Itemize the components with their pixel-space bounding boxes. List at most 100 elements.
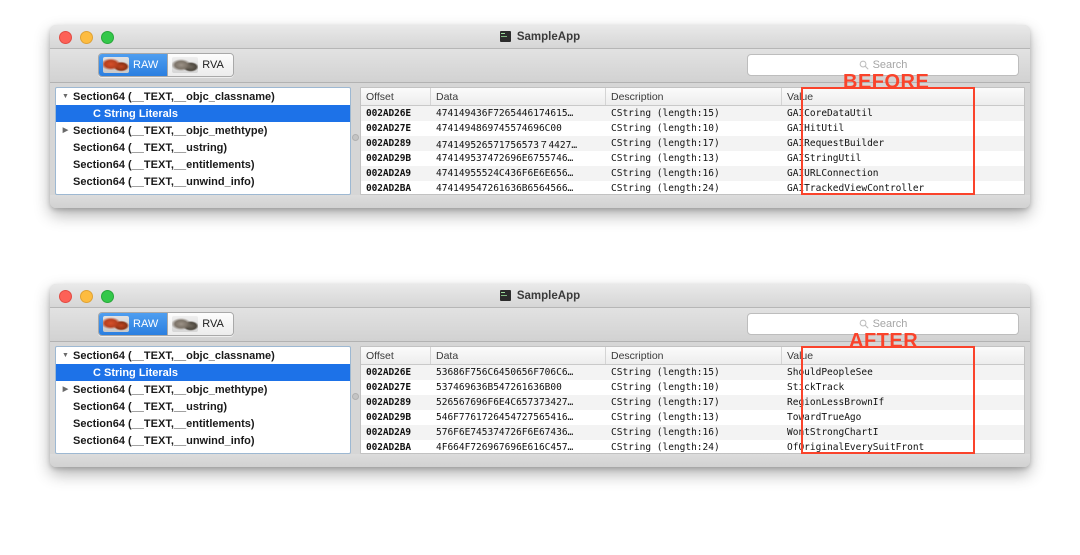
sidebar-item-6[interactable]: ▶Section64 (__TEXT,__eh_frame) (56, 449, 350, 454)
cell-offset: 002AD2A9 (366, 168, 411, 179)
cell-offset: 002AD289 (366, 397, 411, 408)
chevron-right-icon[interactable]: ▶ (60, 386, 71, 393)
cell-data: 4741494869745574696C00 (436, 123, 562, 134)
cell-data: 474149547261636B6564566… (436, 183, 574, 194)
segment-rva-label: RVA (202, 59, 224, 71)
segment-rva-label: RVA (202, 318, 224, 330)
cell-data: 4F664F726967696E616C457… (436, 442, 574, 453)
terminal-app-icon (499, 290, 511, 301)
cell-offset: 002AD29B (366, 412, 411, 423)
table-row[interactable]: 002AD289 526567696F6E4C657373427… CString … (361, 395, 1024, 410)
table-row[interactable]: 002AD29B 546F7761726454727565416… CString … (361, 410, 1024, 425)
sidebar-item-1[interactable]: ▶C String Literals (56, 364, 350, 381)
table-row[interactable]: 002AD27E 537469636B547261636B00 CString (l… (361, 380, 1024, 395)
sidebar-item-3[interactable]: ▶Section64 (__TEXT,__ustring) (56, 139, 350, 156)
segment-raw[interactable]: RAW (99, 313, 168, 335)
sidebar-item-label: Section64 (__TEXT,__unwind_info) (73, 175, 255, 188)
cell-data: 537469636B547261636B00 (436, 382, 562, 393)
sidebar-item-4[interactable]: ▶Section64 (__TEXT,__entitlements) (56, 415, 350, 432)
segment-rva[interactable]: RVA (167, 54, 233, 76)
cell-description: CString (length:17) (611, 397, 720, 408)
cell-description: CString (length:15) (611, 367, 720, 378)
table-header-after: Offset Data Description Value (361, 347, 1024, 365)
cell-data: 53686F756C6450656F706C6… (436, 367, 574, 378)
raw-thumbnail-icon (103, 57, 129, 73)
title-center-after: SampleApp (50, 284, 1030, 307)
sidebar-item-1[interactable]: ▶C String Literals (56, 105, 350, 122)
sidebar-item-label: Section64 (__TEXT,__ustring) (73, 141, 228, 154)
strings-table-after: Offset Data Description Value 002AD26E 53… (360, 346, 1025, 454)
cell-description: CString (length:13) (611, 412, 720, 423)
cell-description: CString (length:16) (611, 168, 720, 179)
sidebar-item-6[interactable]: ▶Section64 (__TEXT,__eh_frame) (56, 190, 350, 195)
column-header-description[interactable]: Description (606, 347, 782, 364)
sidebar-item-0[interactable]: ▼ Section64 (__TEXT,__objc_classname) (56, 88, 350, 105)
window-title: SampleApp (516, 289, 581, 302)
table-row[interactable]: 002AD2A9 47414955524C436F6E6E656… CString … (361, 166, 1024, 181)
table-row[interactable]: 002AD26E 474149436F7265446174615… CString … (361, 106, 1024, 121)
titlebar-after: SampleApp (50, 284, 1030, 308)
sidebar-item-5[interactable]: ▶Section64 (__TEXT,__unwind_info) (56, 432, 350, 449)
sidebar-item-label: Section64 (__TEXT,__objc_classname) (73, 349, 275, 362)
sidebar-item-label: Section64 (__TEXT,__entitlements) (73, 158, 255, 171)
sidebar-item-3[interactable]: ▶Section64 (__TEXT,__ustring) (56, 398, 350, 415)
cell-value: GAICoreDataUtil (787, 108, 873, 119)
cell-description: CString (length:24) (611, 442, 720, 453)
cell-description: CString (length:24) (611, 183, 720, 194)
search-placeholder: Search (872, 59, 908, 71)
table-row[interactable]: 002AD2BA 474149547261636B6564566… CString … (361, 181, 1024, 194)
table-row[interactable]: 002AD2BA 4F664F726967696E616C457… CString … (361, 440, 1024, 453)
table-row[interactable]: 002AD29B 474149537472696E6755746… CString … (361, 151, 1024, 166)
table-body-before: 002AD26E 474149436F7265446174615… CString … (361, 106, 1024, 194)
column-header-data[interactable]: Data (431, 88, 606, 105)
table-row[interactable]: 002AD27E 4741494869745574696C00 CString (l… (361, 121, 1024, 136)
sidebar-item-label: Section64 (__TEXT,__ustring) (73, 400, 228, 413)
chevron-right-icon[interactable]: ▶ (60, 127, 71, 134)
raw-thumbnail-icon (103, 316, 129, 332)
sidebar-item-label: Section64 (__TEXT,__objc_methtype) (73, 383, 268, 396)
column-header-offset[interactable]: Offset (361, 347, 431, 364)
section-tree-before[interactable]: ▼Section64 (__TEXT,__objc_classname)▶C S… (55, 87, 351, 195)
table-row[interactable]: 002AD2A9 576F6E745374726F6E67436… CString … (361, 425, 1024, 440)
chevron-down-icon[interactable]: ▼ (60, 93, 71, 100)
cell-value: OfOriginalEverySuitFront (787, 442, 925, 453)
cell-offset: 002AD2BA (366, 442, 411, 453)
cell-offset: 002AD26E (366, 367, 411, 378)
cell-description: CString (length:13) (611, 153, 720, 164)
sidebar-item-0[interactable]: ▼ Section64 (__TEXT,__objc_classname) (56, 347, 350, 364)
column-header-description[interactable]: Description (606, 88, 782, 105)
split-handle[interactable] (352, 393, 359, 400)
sidebar-item-2[interactable]: ▶ Section64 (__TEXT,__objc_methtype) (56, 122, 350, 139)
table-row[interactable]: 002AD26E 53686F756C6450656F706C6… CString … (361, 365, 1024, 380)
view-mode-segmented-control[interactable]: RAW RVA (98, 53, 234, 77)
section-tree-after[interactable]: ▼Section64 (__TEXT,__objc_classname)▶C S… (55, 346, 351, 454)
table-row[interactable]: 002AD289 474149526571756573７4427… CString … (361, 136, 1024, 151)
title-center-before: SampleApp (50, 25, 1030, 48)
cell-value: GAIStringUtil (787, 153, 862, 164)
sidebar-item-4[interactable]: ▶Section64 (__TEXT,__entitlements) (56, 156, 350, 173)
cell-offset: 002AD26E (366, 108, 411, 119)
window-title: SampleApp (516, 30, 581, 43)
rva-thumbnail-icon (172, 57, 199, 73)
cell-offset: 002AD27E (366, 382, 411, 393)
cell-value: GAITrackedViewController (787, 183, 925, 194)
sidebar-item-label: Section64 (__TEXT,__entitlements) (73, 417, 255, 430)
sidebar-item-5[interactable]: ▶Section64 (__TEXT,__unwind_info) (56, 173, 350, 190)
column-header-data[interactable]: Data (431, 347, 606, 364)
sidebar-item-label: Section64 (__TEXT,__eh_frame) (71, 193, 239, 195)
sidebar-item-label: C String Literals (93, 366, 178, 379)
sidebar-item-2[interactable]: ▶ Section64 (__TEXT,__objc_methtype) (56, 381, 350, 398)
search-placeholder: Search (872, 318, 908, 330)
segment-rva[interactable]: RVA (167, 313, 233, 335)
split-handle[interactable] (352, 134, 359, 141)
segment-raw[interactable]: RAW (99, 54, 168, 76)
cell-description: CString (length:10) (611, 123, 720, 134)
chevron-down-icon[interactable]: ▼ (60, 352, 71, 359)
cell-value: TowardTrueAgo (787, 412, 862, 423)
sidebar-item-label: Section64 (__TEXT,__objc_classname) (73, 90, 275, 103)
view-mode-segmented-control[interactable]: RAW RVA (98, 312, 234, 336)
sidebar-item-label: C String Literals (93, 107, 178, 120)
cell-offset: 002AD29B (366, 153, 411, 164)
column-header-offset[interactable]: Offset (361, 88, 431, 105)
cell-description: CString (length:17) (611, 138, 720, 149)
